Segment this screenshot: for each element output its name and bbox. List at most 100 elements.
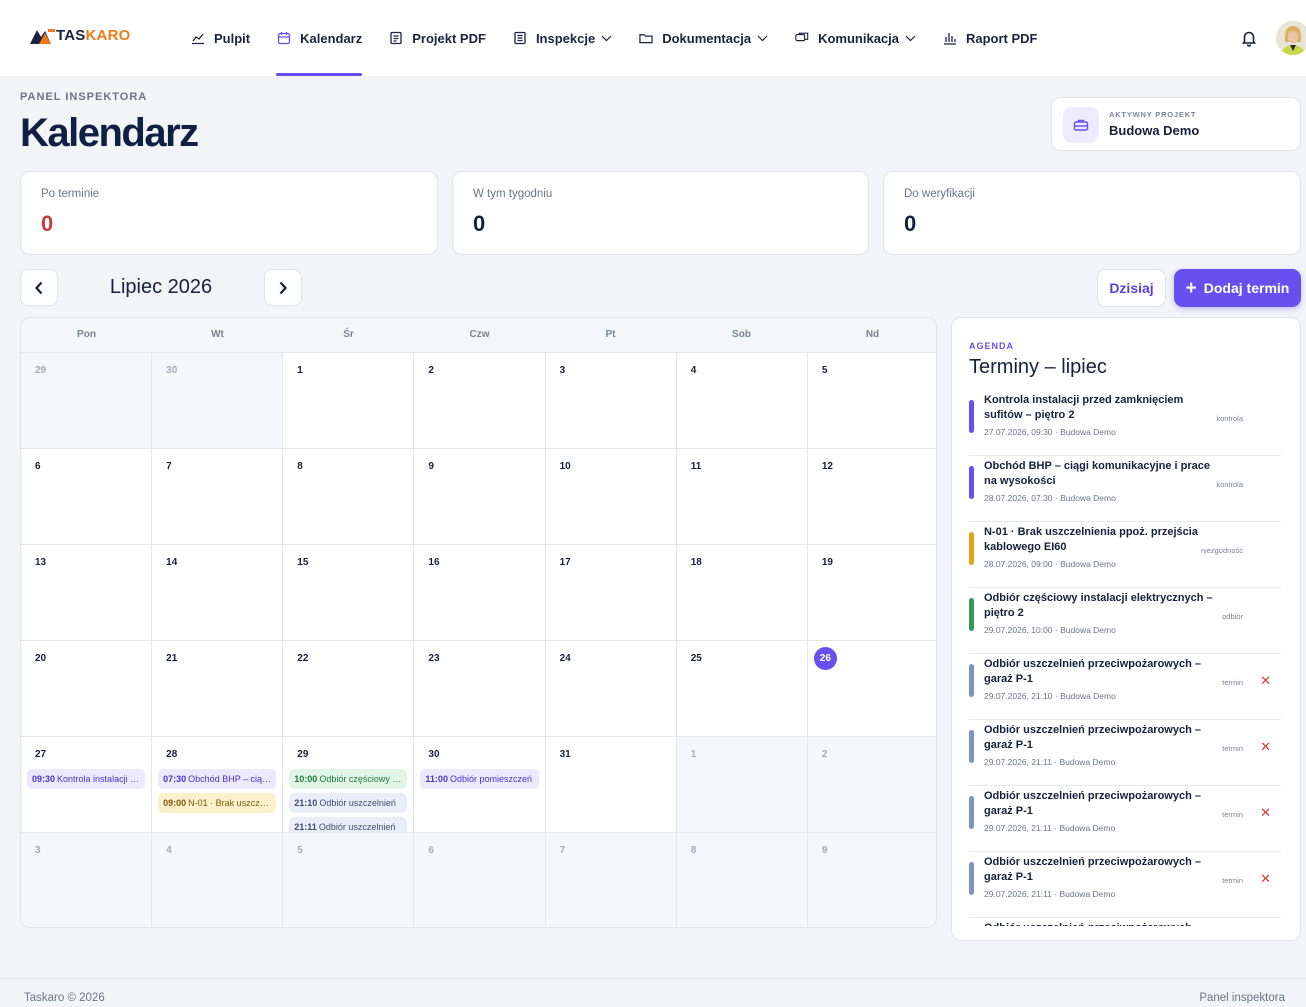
calendar-event-chip[interactable]: 09:00N-01 · Brak uszczelnienia <box>158 793 277 813</box>
nav-label: Raport PDF <box>966 30 1038 46</box>
active-project-card[interactable]: AKTYWNY PROJEKT Budowa Demo <box>1051 97 1301 151</box>
agenda-list[interactable]: Kontrola instalacji przed zamknięciem su… <box>969 390 1281 926</box>
weekday-label: Sob <box>732 329 751 340</box>
user-avatar[interactable] <box>1276 21 1306 55</box>
main-nav: Pulpit Kalendarz Projekt PDF Inspekcje D… <box>191 0 1065 76</box>
agenda-item[interactable]: Kontrola instalacji przed zamknięciem su… <box>969 390 1281 456</box>
calendar-day-cell[interactable]: 4 <box>677 353 808 448</box>
agenda-item[interactable]: Obchód BHP – ciągi komunikacyjne i prace… <box>969 456 1281 522</box>
calendar-day-cell[interactable]: 23 <box>414 641 546 736</box>
list-icon <box>513 31 527 45</box>
prev-month-button[interactable] <box>20 269 58 306</box>
calendar-day-cell[interactable]: 20 <box>21 641 153 736</box>
calendar-event-chip[interactable]: 21:10 Odbiór uszczelnień <box>289 793 408 813</box>
calendar-icon <box>277 31 291 45</box>
today-button[interactable]: Dzisiaj <box>1097 269 1166 307</box>
calendar-day-cell[interactable]: 2 <box>807 737 936 832</box>
calendar-day-cell[interactable]: 1 <box>676 737 808 832</box>
stat-value: 0 <box>41 211 54 236</box>
nav-raport-pdf[interactable]: Raport PDF <box>943 0 1038 76</box>
calendar-day-cell[interactable]: 5 <box>283 833 415 927</box>
event-time: 09:00 <box>163 798 187 808</box>
calendar-day-cell[interactable]: 25 <box>677 641 808 736</box>
nav-inspekcje[interactable]: Inspekcje <box>513 0 612 76</box>
delete-icon[interactable]: ✕ <box>1260 871 1271 887</box>
taskaro-logo[interactable]: TASKARO <box>30 26 130 46</box>
calendar-event-chip[interactable]: 10:00Odbiór częściowy instalacji <box>289 769 408 789</box>
calendar-day-cell[interactable]: 30 <box>152 353 284 448</box>
calendar-day-cell[interactable]: 6 <box>414 833 546 927</box>
calendar-event-chip[interactable]: 07:30Obchód BHP – ciągi komunikacyjne <box>158 769 277 789</box>
nav-dokumentacja[interactable]: Dokumentacja <box>639 0 768 76</box>
agenda-item[interactable]: N-01 · Brak uszczelnienia ppoż. przejści… <box>969 522 1281 588</box>
calendar-day-cell[interactable]: 4 <box>152 833 284 927</box>
calendar-day-cell[interactable]: 7 <box>152 449 284 544</box>
calendar-day-cell[interactable]: 2910:00Odbiór częściowy instalacji21:10O… <box>283 737 415 832</box>
today-day-number: 26 <box>813 647 837 670</box>
calendar-day-cell[interactable]: 3 <box>21 833 153 927</box>
calendar-day-cell[interactable]: 3 <box>546 353 677 448</box>
stat-label: W tym tygodniu <box>473 188 553 200</box>
calendar-day-cell[interactable]: 6 <box>21 449 153 544</box>
nav-pulpit[interactable]: Pulpit <box>191 0 250 76</box>
day-number: 5 <box>821 365 828 376</box>
agenda-item-type: termin <box>1222 876 1243 885</box>
calendar-day-cell[interactable]: 27 09:30Kontrola instalacji przed zamknię… <box>21 737 153 832</box>
delete-icon[interactable]: ✕ <box>1260 673 1271 689</box>
calendar-day-cell[interactable]: 5 <box>808 353 936 448</box>
calendar-day-cell[interactable]: 9 <box>414 449 546 544</box>
calendar-day-cell[interactable]: 31 <box>546 737 677 832</box>
project-label: AKTYWNY PROJEKT <box>1109 110 1197 119</box>
agenda-item[interactable]: Odbiór uszczelnień przeciwpożarowych – g… <box>969 786 1281 852</box>
calendar-day-cell[interactable]: 21 <box>152 641 284 736</box>
notification-bell-icon[interactable] <box>1240 29 1258 47</box>
day-number: 3 <box>559 365 566 376</box>
agenda-item[interactable]: Odbiór uszczelnień przeciwpożarowych – g… <box>969 852 1281 918</box>
delete-icon[interactable]: ✕ <box>1260 739 1271 755</box>
stat-to-verify: Do weryfikacji 0 <box>883 171 1301 255</box>
calendar-day-cell[interactable]: 8 <box>283 449 415 544</box>
agenda-item[interactable]: Odbiór uszczelnień przeciwpożarowych – g… <box>969 720 1281 786</box>
next-month-button[interactable] <box>264 269 302 306</box>
day-number: 10 <box>559 461 571 472</box>
calendar-day-cell[interactable]: 22 <box>283 641 415 736</box>
nav-projekt-pdf[interactable]: Projekt PDF <box>389 0 486 76</box>
calendar-day-cell[interactable]: 30 11:00 Odbiór pomieszczeń <box>414 737 546 832</box>
agenda-item[interactable]: Odbiór uszczelnień przeciwpożarowych – g… <box>969 918 1281 926</box>
calendar-day-cell[interactable]: 2 <box>414 353 546 448</box>
calendar-day-cell[interactable]: 13 <box>21 545 153 640</box>
briefcase-icon <box>1063 107 1099 143</box>
calendar-event-chip[interactable]: 11:00 Odbiór pomieszczeń <box>420 769 539 789</box>
agenda-color-bar <box>969 400 974 433</box>
calendar-day-cell[interactable]: 18 <box>677 545 808 640</box>
calendar-day-cell[interactable]: 19 <box>808 545 936 640</box>
calendar-day-cell[interactable]: 11 <box>677 449 808 544</box>
calendar-day-cell[interactable]: 8 <box>676 833 808 927</box>
calendar-event-chip[interactable]: 09:30Kontrola instalacji przed zamknięci… <box>27 769 146 789</box>
calendar-event-chip[interactable]: 21:11 Odbiór uszczelnień <box>289 817 408 832</box>
calendar-day-cell[interactable]: 16 <box>414 545 546 640</box>
agenda-item-meta: 29.07.2026, 10:00 · Budowa Demo <box>984 625 1116 635</box>
calendar-day-cell[interactable]: 29 <box>21 353 153 448</box>
nav-komunikacja[interactable]: Komunikacja <box>795 0 916 76</box>
document-icon <box>389 31 403 45</box>
calendar-day-cell[interactable]: 14 <box>152 545 284 640</box>
calendar-day-cell[interactable]: 7 <box>545 833 677 927</box>
nav-label: Projekt PDF <box>412 30 486 46</box>
calendar-day-cell[interactable]: 12 <box>808 449 936 544</box>
add-event-label: Dodaj termin <box>1203 280 1290 296</box>
calendar-day-cell[interactable]: 1 <box>283 353 415 448</box>
nav-kalendarz[interactable]: Kalendarz <box>276 0 363 76</box>
event-title: Kontrola instalacji przed zamknięciem su… <box>57 774 145 784</box>
delete-icon[interactable]: ✕ <box>1260 805 1271 821</box>
calendar-day-cell[interactable]: 9 <box>807 833 936 927</box>
calendar-day-cell[interactable]: 15 <box>283 545 415 640</box>
add-event-button[interactable]: + Dodaj termin <box>1174 269 1301 307</box>
calendar-day-cell[interactable]: 26 <box>808 641 936 736</box>
calendar-day-cell[interactable]: 24 <box>546 641 677 736</box>
calendar-day-cell[interactable]: 2807:30Obchód BHP – ciągi komunikacyjne0… <box>152 737 284 832</box>
calendar-day-cell[interactable]: 10 <box>546 449 677 544</box>
agenda-item[interactable]: Odbiór częściowy instalacji elektrycznyc… <box>969 588 1281 654</box>
agenda-item[interactable]: Odbiór uszczelnień przeciwpożarowych – g… <box>969 654 1281 720</box>
calendar-day-cell[interactable]: 17 <box>546 545 677 640</box>
